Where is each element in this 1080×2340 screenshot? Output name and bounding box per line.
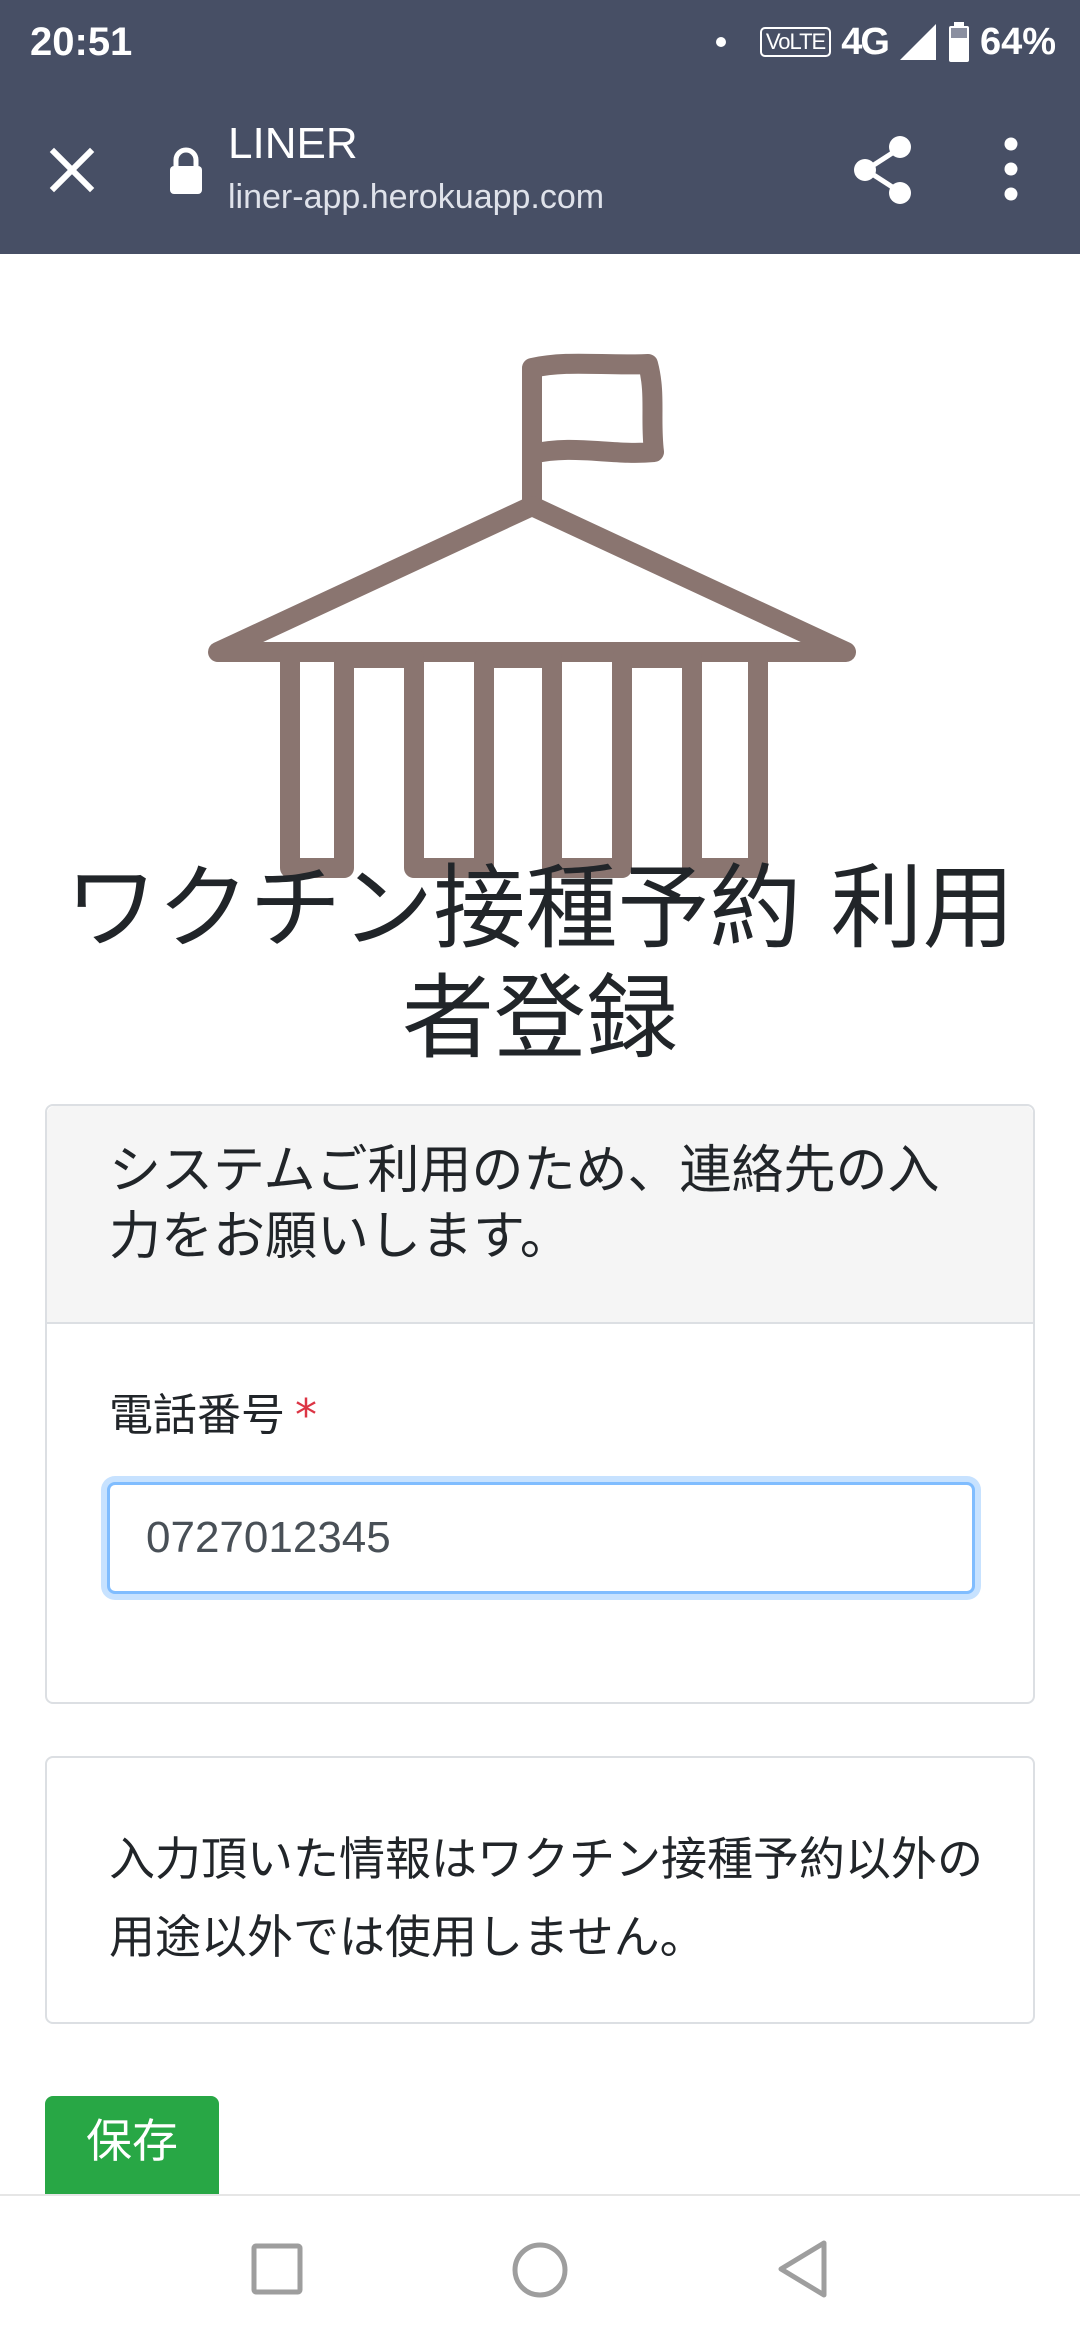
share-icon[interactable] — [850, 134, 916, 206]
browser-url[interactable]: liner-app.herokuapp.com — [228, 176, 604, 218]
page-title: ワクチン接種予約 利用者登録 — [65, 855, 1015, 1072]
phone-input[interactable] — [107, 1482, 975, 1594]
browser-page-title: LINER — [228, 119, 358, 168]
signal-icon — [899, 24, 936, 60]
lock-icon — [170, 147, 202, 194]
home-icon[interactable] — [510, 2240, 570, 2300]
battery-icon — [948, 22, 969, 62]
more-vert-icon[interactable] — [998, 136, 1024, 202]
system-nav-bar — [0, 2194, 1080, 2340]
volte-badge: VoLTE — [759, 27, 832, 57]
page-content: ワクチン接種予約 利用者登録 システムご利用のため、連絡先の入力をお願いします。… — [0, 254, 1080, 2194]
status-indicators: VoLTE 4G 64% — [715, 18, 1056, 66]
privacy-notice-card: 入力頂いた情報はワクチン接種予約以外の用途以外では使用しません。 — [45, 1756, 1035, 2024]
phone-label: 電話番号 * — [109, 1388, 317, 1444]
school-building-icon — [208, 353, 856, 878]
status-time: 20:51 — [30, 20, 133, 64]
browser-toolbar: LINER liner-app.herokuapp.com — [0, 84, 1080, 254]
back-icon[interactable] — [774, 2238, 832, 2300]
close-icon[interactable] — [40, 138, 104, 202]
save-button[interactable]: 保存 — [45, 2096, 219, 2194]
recents-icon[interactable] — [250, 2242, 304, 2296]
network-type: 4G — [841, 20, 890, 63]
notification-dot-icon — [715, 37, 726, 47]
privacy-notice-text: 入力頂いた情報はワクチン接種予約以外の用途以外では使用しません。 — [109, 1832, 983, 1964]
contact-form-card: システムご利用のため、連絡先の入力をお願いします。 電話番号 * — [45, 1104, 1035, 1704]
form-card-header: システムご利用のため、連絡先の入力をお願いします。 — [47, 1106, 1033, 1324]
battery-level: 64% — [979, 20, 1056, 63]
phone-label-text: 電話番号 — [109, 1390, 285, 1441]
status-bar: 20:51 VoLTE 4G 64% — [0, 0, 1080, 84]
required-mark: * — [295, 1390, 317, 1441]
